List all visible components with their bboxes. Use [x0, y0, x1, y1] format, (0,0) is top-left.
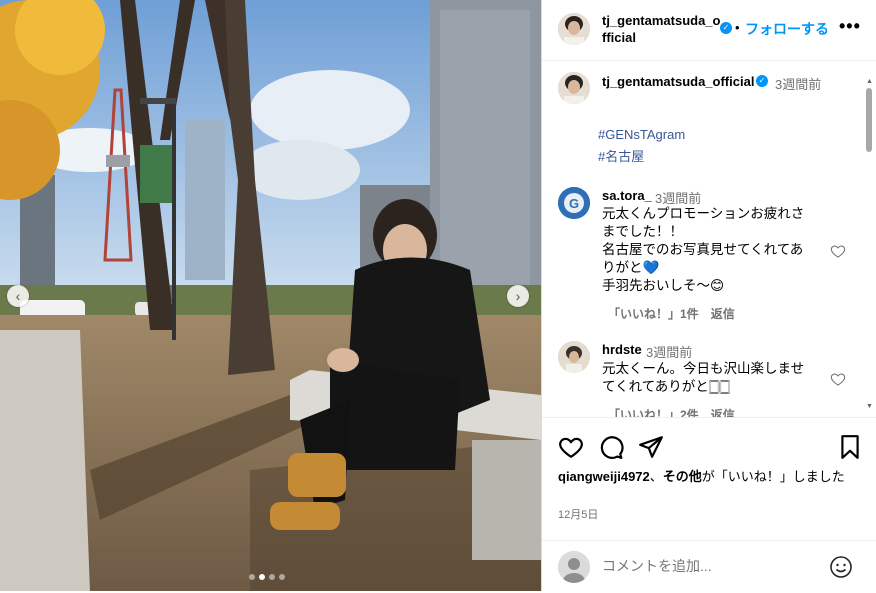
caption-time: 3週間前 [775, 77, 822, 92]
scroll-thumb[interactable] [866, 88, 872, 152]
author-avatar[interactable] [558, 13, 590, 45]
hashtag-link[interactable]: #GENsTAgram [598, 127, 685, 142]
author-username[interactable]: tj_gentamatsuda_official [602, 12, 722, 46]
comment-like-heart-icon[interactable] [830, 371, 846, 387]
comment-meta: 「いいね！」1件 返信 [608, 305, 747, 322]
comment-meta: 「いいね！」2件 返信 [608, 406, 747, 417]
photo-scene [0, 0, 541, 591]
reply-button[interactable]: 返信 [711, 307, 735, 321]
comment-username[interactable]: sa.tora_ [602, 188, 652, 203]
current-user-avatar [558, 551, 590, 583]
caption-author-avatar[interactable] [558, 72, 590, 104]
verified-badge-icon: ✓ [756, 75, 768, 87]
more-options-icon[interactable]: ••• [839, 16, 861, 37]
carousel-dot [279, 574, 285, 580]
post-date[interactable]: 12月5日 [558, 506, 598, 522]
post-side-panel: tj_gentamatsuda_official ✓ • フォローする ••• … [541, 0, 876, 591]
comment-username[interactable]: hrdste [602, 342, 642, 357]
comment-icon[interactable] [598, 434, 624, 460]
add-comment-row [542, 540, 876, 593]
follow-button[interactable]: フォローする [745, 19, 829, 39]
carousel-dot [259, 574, 265, 580]
scroll-down-arrow-icon[interactable]: ▼ [866, 403, 873, 410]
comment-likes-count[interactable]: 「いいね！」2件 [608, 408, 699, 417]
post-header: tj_gentamatsuda_official ✓ • フォローする ••• [542, 0, 876, 61]
comments-list[interactable]: tj_gentamatsuda_official ✓ 3週間前 #GENsTAg… [542, 61, 876, 417]
instagram-post: ‹ › tj_gentamatsuda_official ✓ • フォローする … [0, 0, 876, 591]
carousel-dot [249, 574, 255, 580]
comment-likes-count[interactable]: 「いいね！」1件 [608, 307, 699, 321]
emoji-icon[interactable] [829, 555, 853, 579]
bookmark-icon[interactable] [837, 434, 863, 460]
comments-scrollbar[interactable]: ▲ ▼ [866, 78, 873, 412]
comment-time: 3週間前 [646, 345, 693, 360]
scroll-up-arrow-icon[interactable]: ▲ [866, 78, 873, 85]
post-photo[interactable]: ‹ › [0, 0, 541, 591]
carousel-next-button[interactable]: › [507, 285, 529, 307]
share-icon[interactable] [638, 434, 664, 460]
comment-like-heart-icon[interactable] [830, 243, 846, 259]
separator-dot: • [735, 20, 740, 35]
verified-badge-icon: ✓ [720, 22, 732, 34]
comment-text: 元太くんプロモーションお疲れさ までした！！ 名古屋でのお写真見せてくれてあ り… [602, 206, 805, 293]
commenter-avatar[interactable]: G [558, 187, 590, 219]
commenter-avatar[interactable] [558, 341, 590, 373]
carousel-dot [269, 574, 275, 580]
heart-icon[interactable] [558, 434, 584, 460]
carousel-prev-button[interactable]: ‹ [7, 285, 29, 307]
liker-username[interactable]: qiangweiji4972 [558, 469, 650, 484]
comment-text: 元太くーん。今日も沢山楽しませ てくれてありがと🀆🀆 [602, 361, 805, 394]
post-actions: qiangweiji4972、その他が「いいね！」しました 12月5日 [542, 417, 876, 592]
svg-text:G: G [569, 196, 579, 211]
others-link[interactable]: その他 [663, 469, 702, 484]
carousel-indicator [249, 574, 285, 580]
hashtag-link[interactable]: #名古屋 [598, 146, 644, 165]
likes-summary: qiangweiji4972、その他が「いいね！」しました [558, 469, 845, 484]
comment-input[interactable] [602, 558, 822, 574]
caption-username[interactable]: tj_gentamatsuda_official [602, 74, 754, 89]
reply-button[interactable]: 返信 [711, 408, 735, 417]
